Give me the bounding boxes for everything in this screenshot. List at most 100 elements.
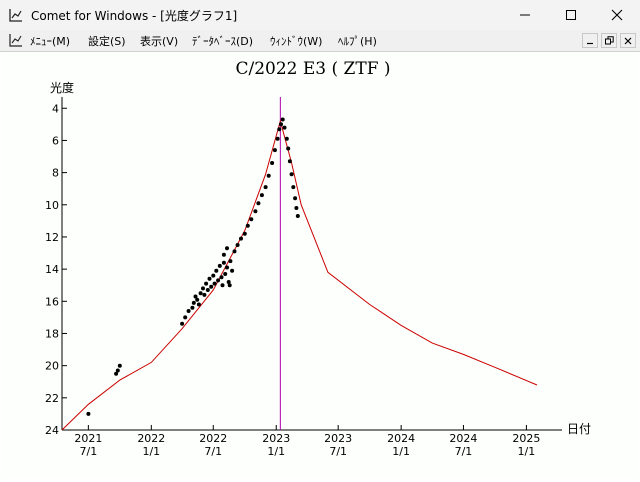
- y-tick-label: 14: [45, 263, 59, 276]
- y-tick-label: 8: [52, 167, 59, 180]
- menu-item-view[interactable]: 表示(V): [140, 33, 178, 49]
- y-tick-label: 12: [45, 231, 59, 244]
- observation-point: [242, 231, 247, 236]
- y-tick-label: 6: [52, 134, 59, 147]
- observation-point: [275, 136, 280, 141]
- x-tick-monthday: 7/1: [80, 445, 98, 458]
- observation-point: [190, 305, 195, 310]
- observation-point: [249, 217, 254, 222]
- observation-point: [256, 201, 261, 206]
- observation-point: [286, 146, 291, 151]
- maximize-icon: [566, 10, 576, 20]
- observation-point: [207, 276, 212, 281]
- observation-point: [191, 300, 196, 305]
- observation-point: [263, 185, 268, 190]
- maximize-button[interactable]: [548, 0, 594, 30]
- x-tick-year: 2022: [137, 432, 165, 445]
- observation-point: [294, 206, 299, 210]
- observation-point: [117, 363, 122, 368]
- document-graph-icon[interactable]: [9, 33, 23, 47]
- observation-point: [293, 196, 298, 201]
- mdi-minimize-icon: [587, 42, 593, 44]
- x-axis-label: 日付: [567, 422, 591, 436]
- x-tick-monthday: 1/1: [142, 445, 160, 458]
- observation-point: [223, 272, 228, 276]
- x-tick-year: 2024: [449, 432, 477, 445]
- observation-point: [277, 127, 282, 132]
- x-tick-year: 2023: [324, 432, 352, 445]
- observation-point: [195, 297, 200, 302]
- x-tick-monthday: 7/1: [204, 445, 222, 458]
- observation-point: [201, 286, 205, 291]
- observation-point: [221, 260, 226, 265]
- observation-point: [287, 159, 292, 164]
- x-tick-monthday: 1/1: [392, 445, 410, 458]
- mdi-close-icon: [624, 37, 632, 44]
- x-tick-monthday: 7/1: [329, 445, 347, 458]
- y-tick-label: 20: [45, 360, 59, 373]
- minimize-button[interactable]: [502, 0, 548, 30]
- x-tick-monthday: 1/1: [267, 445, 285, 458]
- observation-point: [266, 173, 271, 178]
- observation-point: [216, 278, 221, 283]
- y-tick-label: 24: [45, 424, 59, 437]
- observation-points: [86, 117, 300, 416]
- observation-point: [220, 283, 225, 288]
- x-tick-year: 2021: [74, 432, 102, 445]
- observation-point: [86, 411, 91, 416]
- window-title: Comet for Windows - [光度グラフ1]: [31, 9, 238, 23]
- observation-point: [280, 117, 285, 122]
- x-tick-monthday: 7/1: [455, 445, 473, 458]
- observation-point: [239, 236, 243, 241]
- observation-point: [198, 291, 203, 296]
- observation-point: [282, 125, 287, 130]
- y-tick-label: 4: [52, 102, 59, 115]
- observation-point: [202, 292, 207, 297]
- observation-point: [289, 172, 294, 177]
- menu-item-help[interactable]: ﾍﾙﾌﾟ(H): [338, 33, 377, 49]
- observation-point: [196, 302, 201, 307]
- observation-point: [270, 161, 275, 165]
- observation-point: [225, 246, 229, 251]
- menu-bar: ﾒﾆｭｰ(M) 設定(S) 表示(V) ﾃﾞｰﾀﾍﾞｰｽ(D) ｳｨﾝﾄﾞｳ(W…: [0, 30, 640, 52]
- ticks: 468101214161820222420217/120221/120227/1…: [45, 102, 540, 458]
- mdi-restore-icon: [604, 36, 614, 45]
- observation-point: [219, 275, 224, 280]
- observation-point: [183, 315, 188, 320]
- observation-point: [230, 268, 235, 273]
- observation-point: [115, 368, 120, 373]
- mdi-restore-button[interactable]: [601, 33, 617, 48]
- title-bar: Comet for Windows - [光度グラフ1]: [0, 0, 640, 30]
- y-axis-label: 光度: [50, 80, 74, 95]
- observation-point: [214, 268, 219, 273]
- close-button[interactable]: [594, 0, 640, 30]
- menu-item-window[interactable]: ｳｨﾝﾄﾞｳ(W): [270, 33, 322, 49]
- graph-window: C/2022 E3 ( ZTF ) 光度 日付 4 6 8 10 12 14 16 18 20 2…: [2, 52, 638, 478]
- observation-point: [180, 321, 185, 326]
- observation-point: [204, 281, 209, 286]
- graph-app-icon: [9, 9, 22, 22]
- observation-point: [221, 252, 226, 257]
- axes: [61, 97, 562, 431]
- menu-item-settings[interactable]: 設定(S): [88, 33, 126, 49]
- mdi-close-button[interactable]: [620, 33, 636, 48]
- observation-point: [253, 209, 258, 214]
- observation-point: [211, 273, 216, 278]
- observation-point: [212, 281, 217, 286]
- mdi-minimize-button[interactable]: [582, 33, 598, 48]
- x-tick-year: 2023: [262, 432, 290, 445]
- x-tick-year: 2024: [387, 432, 415, 445]
- observation-point: [225, 265, 229, 270]
- y-tick-label: 16: [45, 295, 59, 308]
- menu-item-menu[interactable]: ﾒﾆｭｰ(M): [30, 33, 70, 49]
- y-tick-label: 22: [45, 392, 59, 405]
- y-tick-label: 10: [45, 199, 59, 212]
- chart-title: C/2022 E3 ( ZTF ): [235, 59, 390, 79]
- observation-point: [279, 122, 283, 127]
- observation-point: [259, 193, 264, 198]
- menu-item-database[interactable]: ﾃﾞｰﾀﾍﾞｰｽ(D): [192, 33, 253, 49]
- close-icon: [611, 9, 623, 21]
- observation-point: [205, 288, 210, 292]
- observation-point: [217, 263, 222, 268]
- observation-point: [227, 283, 232, 288]
